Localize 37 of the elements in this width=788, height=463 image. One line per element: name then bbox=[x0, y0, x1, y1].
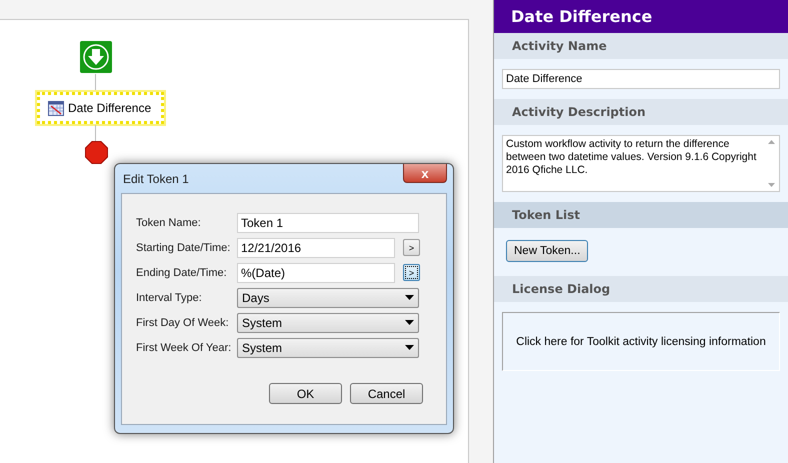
calendar-icon bbox=[48, 100, 64, 116]
description-field[interactable]: Custom workflow activity to return the difference between two datetime values. Version 9.1.6 Copyright 2016 Qfiche LLC. bbox=[502, 135, 780, 192]
text-field[interactable]: Token 1 bbox=[237, 212, 419, 232]
date-field[interactable]: 12/21/2016 bbox=[237, 238, 395, 258]
field-label: Ending Date/Time: bbox=[136, 266, 228, 278]
name-field[interactable]: Date Difference bbox=[502, 69, 780, 89]
field-label: Starting Date/Time: bbox=[136, 242, 232, 254]
new-token-button[interactable]: New Token... bbox=[506, 240, 588, 262]
node-label: Date Difference bbox=[68, 101, 152, 115]
dialog-button[interactable]: Cancel bbox=[350, 383, 423, 404]
stop-node-icon bbox=[85, 141, 108, 164]
dialog-button[interactable]: OK bbox=[269, 383, 342, 404]
dropdown[interactable]: Days bbox=[237, 288, 419, 308]
dropdown[interactable]: System bbox=[237, 338, 419, 358]
field-label: Token Name: bbox=[136, 216, 202, 228]
scroll-down-icon[interactable] bbox=[768, 183, 774, 187]
dropdown-arrow-icon bbox=[405, 295, 414, 300]
date-field[interactable]: %(Date) bbox=[237, 262, 395, 282]
section-header: License Dialog bbox=[494, 276, 788, 302]
license-box[interactable]: Click here for Toolkit activity licensing information bbox=[502, 312, 780, 371]
field-label: First Day Of Week: bbox=[136, 316, 230, 328]
scroll-up-icon[interactable] bbox=[768, 140, 774, 144]
panel-title: Date Difference bbox=[494, 0, 788, 33]
field-label: First Week Of Year: bbox=[136, 342, 232, 354]
field-label: Interval Type: bbox=[136, 292, 203, 304]
browse-button[interactable]: > bbox=[403, 264, 420, 281]
dropdown-arrow-icon bbox=[405, 320, 414, 325]
section-header: Token List bbox=[494, 202, 788, 228]
dropdown-arrow-icon bbox=[405, 345, 414, 350]
section-header: Activity Name bbox=[494, 33, 788, 59]
dropdown[interactable]: System bbox=[237, 312, 419, 332]
activity-node[interactable]: Date Difference bbox=[37, 92, 164, 124]
close-button[interactable]: x bbox=[403, 164, 447, 183]
start-node-icon bbox=[80, 41, 112, 73]
section-header: Activity Description bbox=[494, 99, 788, 125]
browse-button[interactable]: > bbox=[403, 239, 420, 256]
dialog-title: Edit Token 1 bbox=[123, 172, 189, 186]
